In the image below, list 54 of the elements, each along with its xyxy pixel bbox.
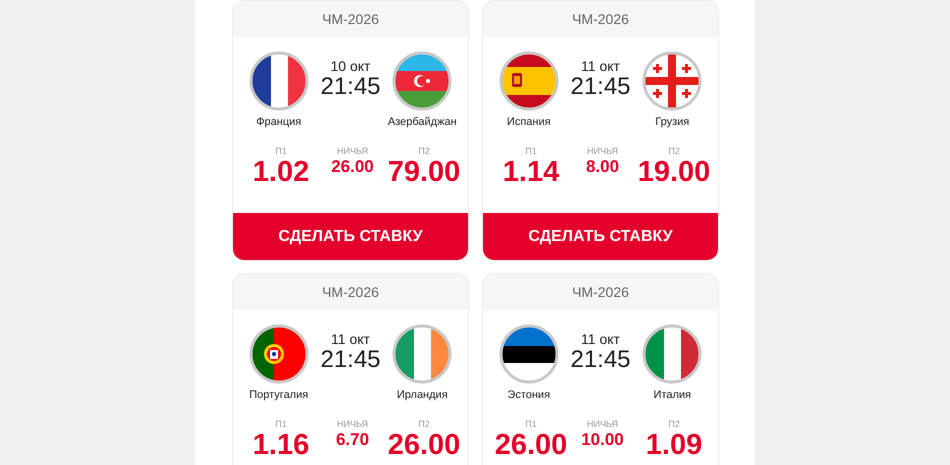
league-header: ЧМ-2026 (483, 274, 718, 310)
odds-value[interactable]: 8.00 (586, 156, 620, 178)
odds-value[interactable]: 19.00 (638, 156, 710, 188)
flag-icon (642, 324, 702, 384)
odds-value[interactable]: 1.14 (502, 156, 560, 188)
league-header: ЧМ-2026 (483, 1, 718, 37)
flag-icon (248, 51, 309, 111)
odds-value[interactable]: 26.00 (388, 429, 460, 461)
odds-label: П2 (418, 419, 430, 429)
team-name: Азербайджан (388, 116, 457, 128)
match-time: 21:45 (570, 347, 631, 373)
odds-value[interactable]: 26.00 (494, 429, 568, 461)
odds-label: НИЧЬЯ (587, 146, 618, 156)
odds-label: П1 (275, 419, 287, 429)
place-bet-button[interactable]: СДЕЛАТЬ СТАВКУ (233, 213, 468, 260)
odds-label: НИЧЬЯ (587, 419, 618, 429)
odds-label: П1 (525, 419, 537, 429)
odds-value[interactable]: 6.70 (336, 429, 370, 451)
match-date: 11 окт (581, 331, 620, 347)
odds-label: П1 (525, 146, 537, 156)
team-name: Португалия (249, 389, 308, 401)
match-date: 10 окт (330, 58, 370, 74)
odds-label: НИЧЬЯ (337, 419, 368, 429)
flag-icon (642, 51, 702, 111)
odds-value[interactable]: 10.00 (581, 429, 624, 451)
team-name: Ирландия (396, 389, 448, 401)
odds-label: НИЧЬЯ (337, 146, 368, 156)
league-header: ЧМ-2026 (233, 274, 468, 310)
flag-icon (498, 51, 559, 111)
team-name: Грузия (655, 116, 690, 128)
team-name: Эстония (507, 389, 550, 401)
odds-value[interactable]: 26.00 (331, 156, 374, 178)
team-name: Италия (654, 389, 691, 401)
match-time: 21:45 (320, 347, 381, 373)
match-time: 21:45 (570, 74, 631, 100)
flag-icon (248, 324, 309, 384)
team-name: Франция (256, 116, 302, 128)
flag-icon (392, 324, 452, 384)
odds-value[interactable]: 1.09 (646, 429, 702, 461)
odds-value[interactable]: 79.00 (388, 156, 460, 188)
flag-icon (392, 51, 452, 111)
league-header: ЧМ-2026 (233, 1, 468, 37)
place-bet-button[interactable]: СДЕЛАТЬ СТАВКУ (483, 213, 718, 260)
match-date: 11 окт (581, 58, 620, 74)
odds-label: П2 (668, 419, 680, 429)
match-time: 21:45 (320, 74, 381, 100)
match-date: 11 окт (331, 331, 370, 347)
odds-value[interactable]: 1.02 (252, 156, 310, 188)
odds-label: П2 (668, 146, 680, 156)
odds-value[interactable]: 1.16 (252, 429, 310, 461)
team-name: Испания (506, 116, 551, 128)
odds-label: П1 (275, 146, 287, 156)
odds-label: П2 (418, 146, 430, 156)
flag-icon (498, 324, 559, 384)
